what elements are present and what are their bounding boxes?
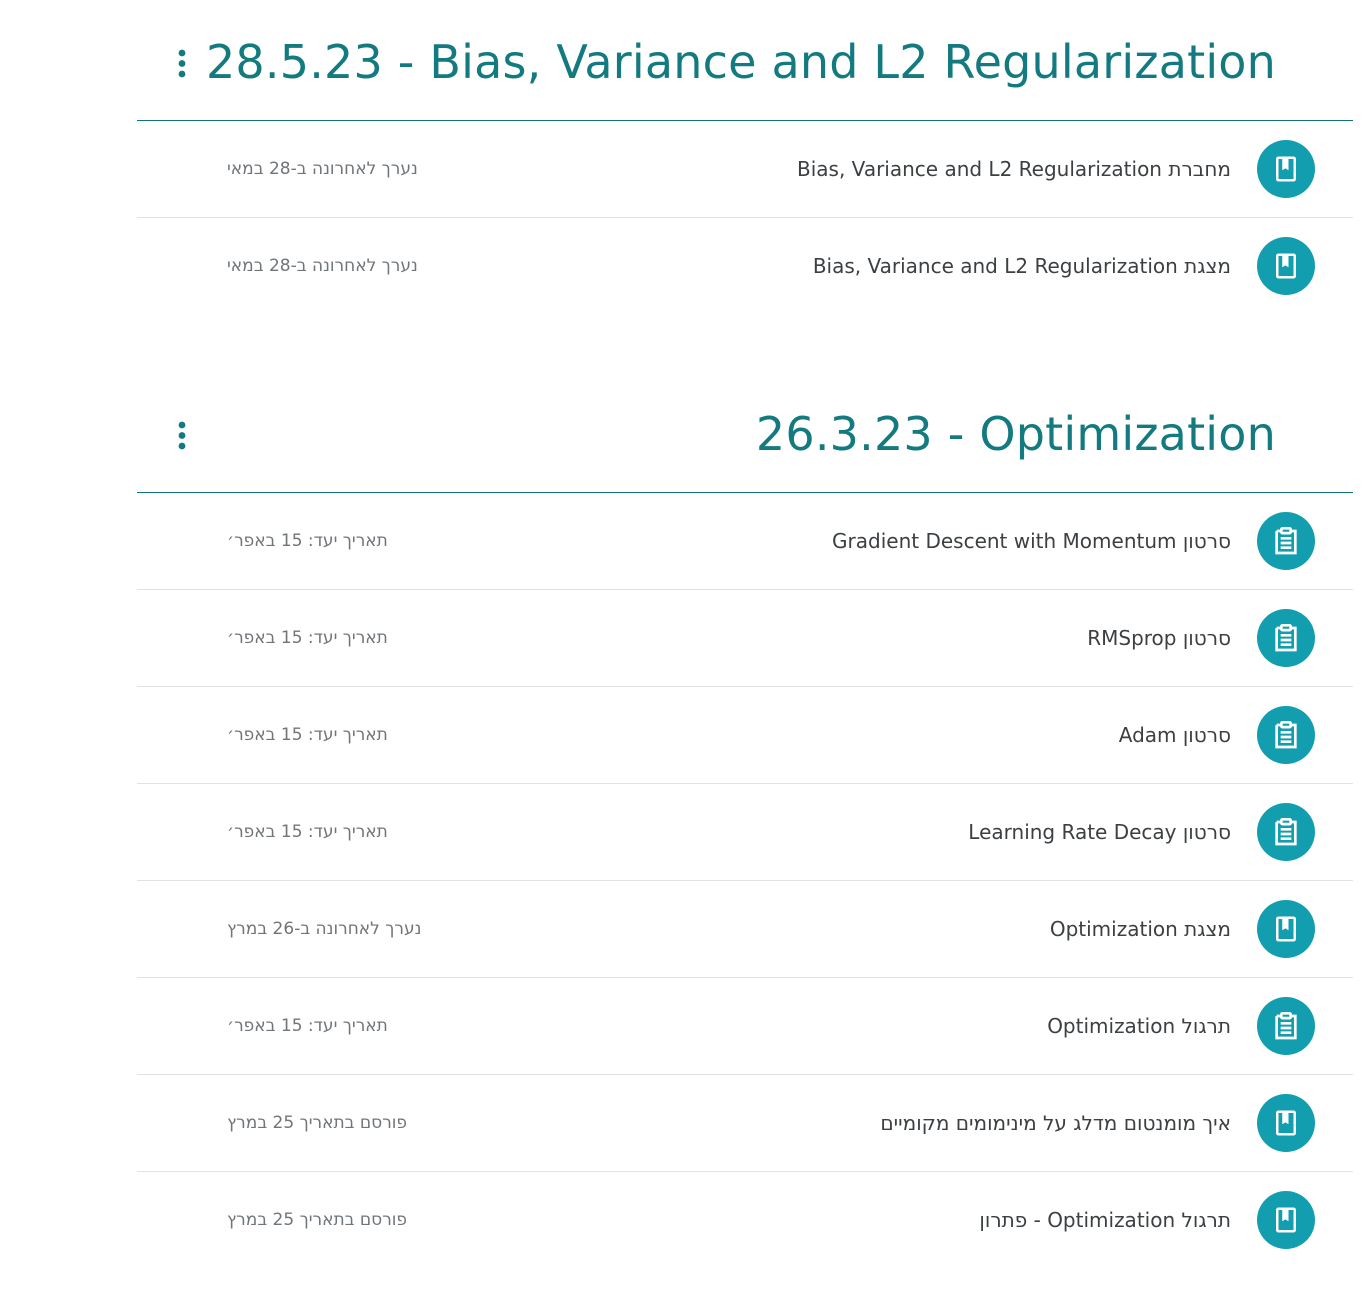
material-icon bbox=[1257, 1191, 1315, 1249]
material-icon bbox=[1257, 900, 1315, 958]
item-title[interactable]: מצגת Bias, Variance and L2 Regularizatio… bbox=[813, 253, 1231, 279]
item-title[interactable]: תרגול Optimization - פתרון bbox=[979, 1207, 1231, 1233]
item-title[interactable]: סרטון Gradient Descent with Momentum bbox=[832, 528, 1231, 554]
item-title[interactable]: סרטון RMSprop bbox=[1087, 625, 1231, 651]
item-meta: תאריך יעד: 15 באפר׳ bbox=[227, 531, 388, 551]
item-meta: נערך לאחרונה ב-28 במאי bbox=[227, 159, 418, 179]
material-icon bbox=[1257, 237, 1315, 295]
item-meta: תאריך יעד: 15 באפר׳ bbox=[227, 725, 388, 745]
topic-header: 28.5.23 - Bias, Variance and L2 Regulari… bbox=[137, 0, 1353, 121]
topic-header: 26.3.23 - Optimization bbox=[137, 372, 1353, 493]
classwork-item[interactable]: תרגול Optimization תאריך יעד: 15 באפר׳ bbox=[137, 978, 1353, 1075]
item-meta: תאריך יעד: 15 באפר׳ bbox=[227, 822, 388, 842]
classwork-item[interactable]: סרטון Gradient Descent with Momentum תאר… bbox=[137, 493, 1353, 590]
more-vert-icon bbox=[178, 421, 186, 450]
topic-section: 28.5.23 - Bias, Variance and L2 Regulari… bbox=[137, 0, 1353, 314]
topic-title: 26.3.23 - Optimization bbox=[755, 407, 1276, 461]
item-title[interactable]: סרטון Adam bbox=[1119, 722, 1231, 748]
item-meta: נערך לאחרונה ב-26 במרץ bbox=[227, 919, 422, 939]
assignment-icon bbox=[1257, 609, 1315, 667]
classwork-item[interactable]: סרטון RMSprop תאריך יעד: 15 באפר׳ bbox=[137, 590, 1353, 687]
assignment-icon bbox=[1257, 803, 1315, 861]
material-icon bbox=[1257, 1094, 1315, 1152]
classwork-item[interactable]: מצגת Bias, Variance and L2 Regularizatio… bbox=[137, 218, 1353, 314]
item-meta: נערך לאחרונה ב-28 במאי bbox=[227, 256, 418, 276]
classwork-item[interactable]: תרגול Optimization - פתרון פורסם בתאריך … bbox=[137, 1172, 1353, 1268]
item-title[interactable]: תרגול Optimization bbox=[1047, 1013, 1231, 1039]
classwork-page: 28.5.23 - Bias, Variance and L2 Regulari… bbox=[0, 0, 1370, 1306]
topic-more-options-button[interactable] bbox=[167, 44, 197, 84]
assignment-icon bbox=[1257, 512, 1315, 570]
assignment-icon bbox=[1257, 997, 1315, 1055]
classwork-item[interactable]: סרטון Adam תאריך יעד: 15 באפר׳ bbox=[137, 687, 1353, 784]
item-title[interactable]: סרטון Learning Rate Decay bbox=[968, 819, 1231, 845]
item-meta: פורסם בתאריך 25 במרץ bbox=[227, 1113, 408, 1133]
item-meta: תאריך יעד: 15 באפר׳ bbox=[227, 628, 388, 648]
classwork-item[interactable]: איך מומנטום מדלג על מינימומים מקומיים פו… bbox=[137, 1075, 1353, 1172]
more-vert-icon bbox=[178, 49, 186, 78]
topic-more-options-button[interactable] bbox=[167, 416, 197, 456]
classwork-item[interactable]: מחברת Bias, Variance and L2 Regularizati… bbox=[137, 121, 1353, 218]
item-title[interactable]: איך מומנטום מדלג על מינימומים מקומיים bbox=[880, 1110, 1231, 1136]
item-meta: פורסם בתאריך 25 במרץ bbox=[227, 1210, 408, 1230]
item-title[interactable]: מצגת Optimization bbox=[1050, 916, 1231, 942]
classwork-item[interactable]: מצגת Optimization נערך לאחרונה ב-26 במרץ bbox=[137, 881, 1353, 978]
classwork-item[interactable]: סרטון Learning Rate Decay תאריך יעד: 15 … bbox=[137, 784, 1353, 881]
assignment-icon bbox=[1257, 706, 1315, 764]
item-meta: תאריך יעד: 15 באפר׳ bbox=[227, 1016, 388, 1036]
topic-section: 26.3.23 - Optimization סרטון Gradient De… bbox=[137, 372, 1353, 1268]
topic-title: 28.5.23 - Bias, Variance and L2 Regulari… bbox=[205, 35, 1276, 89]
material-icon bbox=[1257, 140, 1315, 198]
item-title[interactable]: מחברת Bias, Variance and L2 Regularizati… bbox=[797, 156, 1231, 182]
